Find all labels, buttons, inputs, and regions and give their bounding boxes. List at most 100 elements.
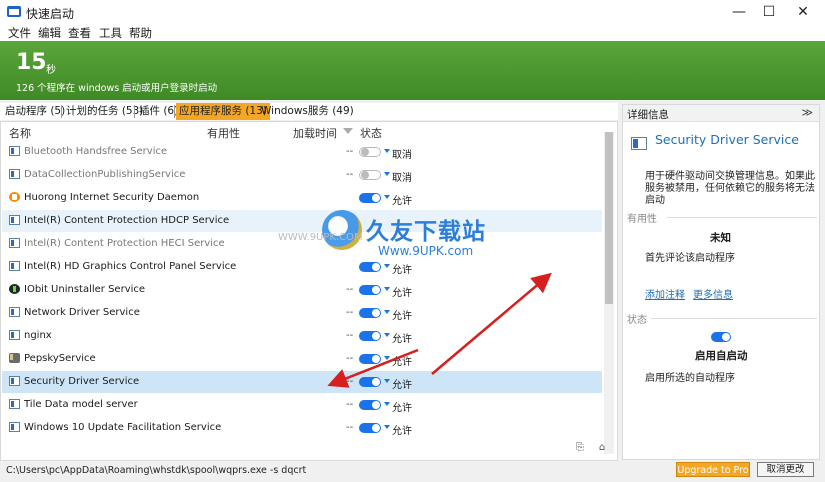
collapse-panel-icon[interactable]: ≫ bbox=[801, 106, 813, 119]
chevron-down-icon[interactable] bbox=[384, 356, 390, 360]
add-comment-link[interactable]: 添加注释 bbox=[645, 286, 685, 301]
minimize-button[interactable]: — bbox=[722, 0, 756, 24]
list-item[interactable]: Network Driver Service -- 允许 bbox=[2, 302, 602, 324]
enable-toggle[interactable] bbox=[359, 285, 381, 295]
chevron-down-icon[interactable] bbox=[384, 149, 390, 153]
watermark-url: Www.9UPK.com bbox=[378, 244, 474, 258]
list-item[interactable]: Huorong Internet Security Daemon 允许 bbox=[2, 187, 602, 209]
service-icon bbox=[9, 376, 20, 386]
status-label: 状态 bbox=[627, 315, 647, 326]
list-item[interactable]: DataCollectionPublishingService -- 取消 bbox=[2, 164, 602, 186]
service-name: Network Driver Service bbox=[24, 307, 140, 318]
status-note: 启用所选的自动程序 bbox=[645, 373, 735, 384]
load-time-value: -- bbox=[346, 146, 354, 157]
menu-edit[interactable]: 编辑 bbox=[38, 25, 61, 41]
cancel-changes-button[interactable]: 取消更改 bbox=[757, 462, 814, 477]
status-text: 允许 bbox=[392, 380, 412, 391]
app-icon bbox=[7, 6, 21, 17]
enable-toggle[interactable] bbox=[359, 423, 381, 433]
enable-toggle[interactable] bbox=[359, 308, 381, 318]
list-item[interactable]: PepskyService -- 允许 bbox=[2, 348, 602, 370]
load-time-value: -- bbox=[346, 422, 354, 433]
menu-tools[interactable]: 工具 bbox=[99, 25, 122, 41]
detail-description: 用于硬件驱动间交换管理信息。如果此服务被禁用，任何依赖它的服务将无法启动 bbox=[645, 171, 815, 206]
chevron-down-icon[interactable] bbox=[384, 402, 390, 406]
menu-help[interactable]: 帮助 bbox=[129, 25, 152, 41]
chevron-down-icon[interactable] bbox=[384, 379, 390, 383]
enable-toggle[interactable] bbox=[359, 400, 381, 410]
tab-bar: 启动程序 (5) 计划的任务 (53) 插件 (6) 应用程序服务 (13) W… bbox=[0, 103, 618, 120]
pepsky-icon bbox=[9, 353, 20, 363]
tab-separator bbox=[61, 105, 62, 118]
huorong-shield-icon bbox=[9, 192, 20, 202]
tab-startup[interactable]: 启动程序 (5) bbox=[2, 103, 68, 120]
enable-toggle[interactable] bbox=[359, 354, 381, 364]
summary-banner: 15 秒 126 个程序在 windows 启动或用户登录时启动 bbox=[0, 41, 825, 100]
service-name: DataCollectionPublishingService bbox=[24, 169, 186, 180]
add-entry-icon[interactable]: ⎘ bbox=[574, 442, 586, 454]
list-item-selected[interactable]: Security Driver Service -- 允许 bbox=[2, 371, 602, 393]
load-time-value: -- bbox=[346, 376, 354, 387]
column-status[interactable]: 状态 bbox=[360, 125, 382, 141]
service-icon bbox=[631, 137, 647, 150]
divider bbox=[667, 217, 817, 218]
service-icon bbox=[9, 422, 20, 432]
tab-windows-services[interactable]: Windows服务 (49) bbox=[258, 103, 357, 120]
enable-toggle[interactable] bbox=[359, 147, 381, 157]
list-item[interactable]: IObit Uninstaller Service -- 允许 bbox=[2, 279, 602, 301]
load-time-value: -- bbox=[346, 399, 354, 410]
column-load-time[interactable]: 加载时间 bbox=[293, 125, 337, 141]
column-usefulness[interactable]: 有用性 bbox=[207, 125, 240, 141]
tab-app-services[interactable]: 应用程序服务 (13) bbox=[176, 103, 270, 120]
upgrade-button[interactable]: Upgrade to Pro bbox=[676, 462, 750, 477]
list-item[interactable]: Tile Data model server -- 允许 bbox=[2, 394, 602, 416]
service-icon bbox=[9, 399, 20, 409]
service-icon bbox=[9, 330, 20, 340]
list-scrollbar[interactable] bbox=[604, 132, 614, 454]
service-name: Intel(R) HD Graphics Control Panel Servi… bbox=[24, 261, 237, 272]
service-name: Windows 10 Update Facilitation Service bbox=[24, 422, 222, 433]
service-icon bbox=[9, 215, 20, 225]
boot-time-value: 15 bbox=[16, 50, 47, 75]
service-name: nginx bbox=[24, 330, 52, 341]
maximize-button[interactable]: ☐ bbox=[752, 0, 786, 24]
status-text: 允许 bbox=[392, 311, 412, 322]
autostart-toggle[interactable] bbox=[711, 332, 731, 342]
tab-separator bbox=[134, 105, 135, 118]
more-info-link[interactable]: 更多信息 bbox=[693, 286, 733, 301]
detail-header-title: 详细信息 bbox=[627, 109, 669, 121]
divider bbox=[651, 318, 817, 319]
chevron-down-icon[interactable] bbox=[384, 172, 390, 176]
enable-toggle[interactable] bbox=[359, 377, 381, 387]
enable-toggle[interactable] bbox=[359, 331, 381, 341]
enable-toggle[interactable] bbox=[359, 193, 381, 203]
status-text: 取消 bbox=[392, 173, 412, 184]
status-text: 允许 bbox=[392, 196, 412, 207]
iobit-icon bbox=[9, 284, 20, 294]
site-watermark: 久友下载站 WWW.9UPK.COM Www.9UPK.com bbox=[270, 208, 530, 268]
open-folder-icon[interactable]: ⌂ bbox=[596, 442, 608, 454]
menu-file[interactable]: 文件 bbox=[8, 25, 31, 41]
list-item[interactable]: nginx -- 允许 bbox=[2, 325, 602, 347]
list-item[interactable]: Bluetooth Handsfree Service -- 取消 bbox=[2, 141, 602, 163]
chevron-down-icon[interactable] bbox=[384, 287, 390, 291]
list-item[interactable]: Windows 10 Update Facilitation Service -… bbox=[2, 417, 602, 439]
close-button[interactable]: ✕ bbox=[786, 0, 820, 24]
boot-time-unit: 秒 bbox=[46, 65, 56, 76]
service-name: Huorong Internet Security Daemon bbox=[24, 192, 200, 203]
menu-view[interactable]: 查看 bbox=[68, 25, 91, 41]
scrollbar-thumb[interactable] bbox=[605, 132, 613, 304]
watermark-logo-icon bbox=[322, 210, 362, 250]
sort-desc-icon bbox=[343, 128, 353, 134]
chevron-down-icon[interactable] bbox=[384, 333, 390, 337]
chevron-down-icon[interactable] bbox=[384, 425, 390, 429]
chevron-down-icon[interactable] bbox=[384, 195, 390, 199]
chevron-down-icon[interactable] bbox=[384, 310, 390, 314]
detail-panel: 详细信息 ≫ Security Driver Service 用于硬件驱动间交换… bbox=[622, 104, 820, 460]
service-name: Intel(R) Content Protection HDCP Service bbox=[24, 215, 230, 226]
service-name: Security Driver Service bbox=[24, 376, 140, 387]
column-name[interactable]: 名称 bbox=[9, 125, 31, 141]
status-text: 允许 bbox=[392, 357, 412, 368]
enable-toggle[interactable] bbox=[359, 170, 381, 180]
service-name: IObit Uninstaller Service bbox=[24, 284, 146, 295]
